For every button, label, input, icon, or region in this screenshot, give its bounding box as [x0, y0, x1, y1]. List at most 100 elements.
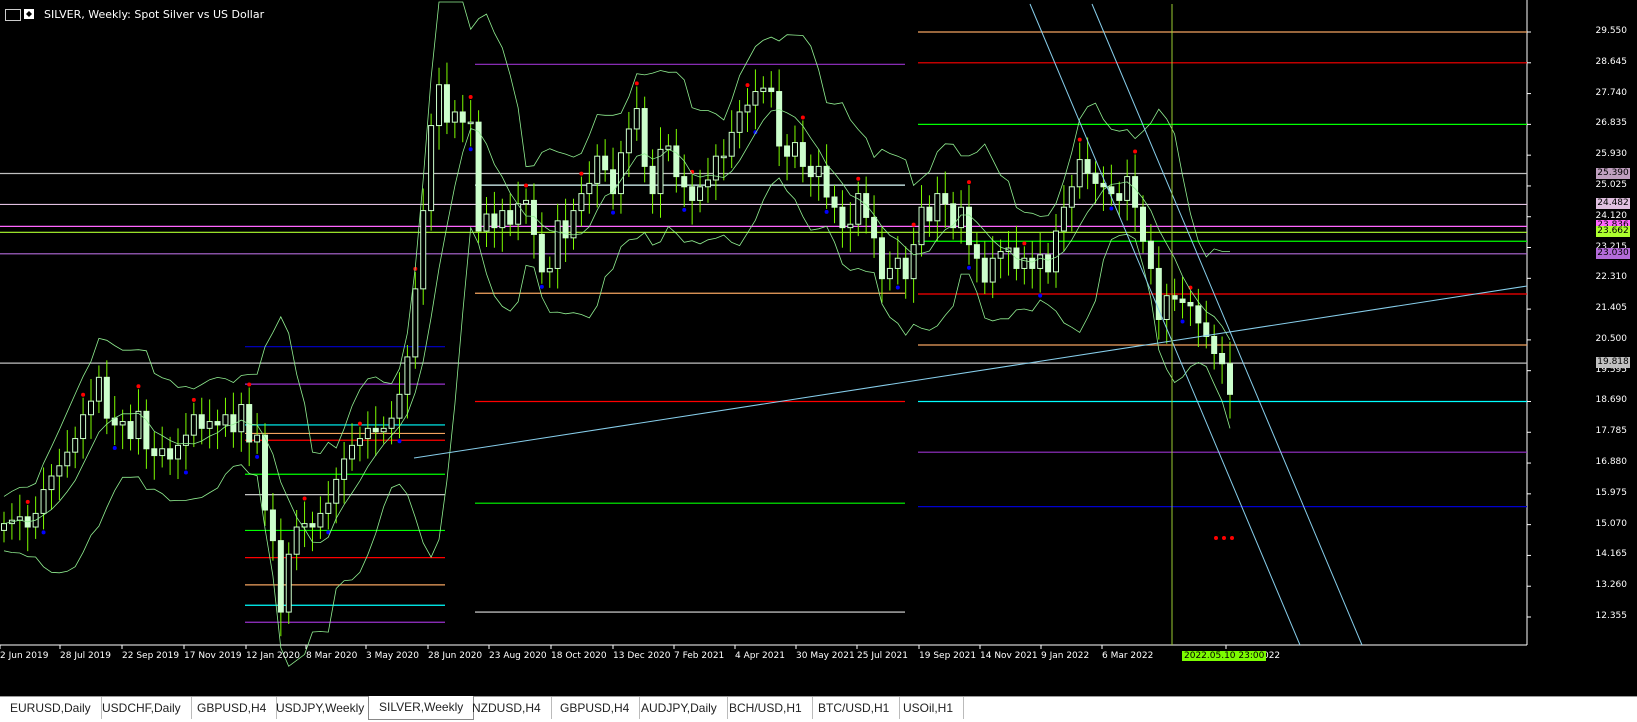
date-axis-label: 9 Jan 2022 — [1041, 651, 1090, 661]
candle-body — [175, 444, 182, 460]
price-axis-label: 22.310 — [1595, 272, 1628, 283]
trend-line — [1029, 3, 1301, 646]
candle-body — [704, 179, 711, 188]
candle-body — [799, 142, 806, 167]
chart-tab-bch-usd-h1[interactable]: BCH/USD,H1 — [719, 697, 813, 719]
fractal-down-marker — [1109, 206, 1114, 211]
candle-body — [167, 448, 174, 460]
fractal-up-marker — [1214, 536, 1218, 540]
chart-tab-silver-weekly[interactable]: SILVER,Weekly — [368, 696, 475, 720]
candle-body — [950, 203, 957, 229]
fractal-up-marker — [25, 499, 30, 504]
candle-body — [546, 267, 553, 273]
fractal-up-marker — [1133, 149, 1138, 154]
candle-body — [40, 489, 47, 514]
price-chart[interactable] — [0, 0, 1637, 690]
fractal-down-marker — [1038, 293, 1043, 298]
chart-area[interactable]: SILVER, Weekly: Spot Silver vs US Dollar… — [0, 0, 1637, 690]
date-axis-label: 17 Nov 2019 — [184, 651, 242, 661]
price-axis-label: 17.785 — [1595, 426, 1628, 437]
price-axis-label: 13.260 — [1595, 580, 1628, 591]
bollinger-upper-band — [3, 1, 1230, 497]
fractal-up-marker — [800, 115, 805, 120]
chart-tab-audjpy-daily[interactable]: AUDJPY,Daily — [631, 697, 728, 719]
price-axis-label: 28.645 — [1595, 56, 1628, 67]
chart-tab-usdjpy-weekly[interactable]: USDJPY,Weekly — [266, 697, 376, 719]
price-axis-label: 26.835 — [1595, 118, 1628, 129]
candle-body — [95, 376, 102, 402]
candle-body — [886, 267, 893, 280]
date-axis-label: 4 Apr 2021 — [735, 651, 785, 661]
candle-body — [143, 410, 150, 450]
candle-body — [1084, 159, 1091, 174]
candle-body — [1068, 186, 1075, 208]
price-tag: 25.390 — [1596, 167, 1630, 179]
candle-body — [570, 210, 577, 239]
chart-tab-eurusd-daily[interactable]: EURUSD,Daily — [0, 697, 102, 719]
date-axis-label: 19 Sep 2021 — [919, 651, 977, 661]
price-axis-label: 21.405 — [1595, 303, 1628, 314]
chart-tab-usoil-h1[interactable]: USOil,H1 — [893, 697, 965, 719]
fractal-up-marker — [966, 180, 971, 185]
date-axis-label: 23 Aug 2020 — [489, 651, 547, 661]
fractal-down-marker — [183, 470, 188, 475]
candle-body — [784, 145, 791, 157]
candle-body — [1139, 206, 1146, 242]
candle-body — [309, 523, 316, 528]
candle-body — [396, 393, 403, 419]
trend-line — [413, 285, 1528, 459]
date-axis-label: 7 Feb 2021 — [674, 651, 725, 661]
chart-tab-bar: EURUSD,Daily USDCHF,Daily GBPUSD,H4 USDJPY,… — [0, 696, 1637, 722]
chart-tab-btc-usd-h1[interactable]: BTC/USD,H1 — [808, 697, 901, 719]
candle-body — [222, 414, 229, 426]
candle-body — [633, 108, 640, 130]
chart-tab-gbpusd-h4[interactable]: GBPUSD,H4 — [187, 697, 278, 719]
candle-body — [776, 91, 783, 147]
price-tag: 23.030 — [1596, 247, 1630, 259]
candle-body — [1076, 159, 1083, 188]
candle-body — [80, 414, 87, 440]
fractal-up-marker — [579, 171, 584, 176]
fractal-down-marker — [611, 210, 616, 215]
chart-tab-usdchf-daily[interactable]: USDCHF,Daily — [92, 697, 192, 719]
candle-body — [1147, 240, 1154, 269]
candle-body — [103, 376, 110, 419]
candle-body — [863, 193, 870, 218]
fractal-up-marker — [856, 176, 861, 181]
candle-body — [910, 244, 917, 280]
candle-body — [443, 84, 450, 123]
price-axis-label: 14.165 — [1595, 549, 1628, 560]
candle-body — [1219, 353, 1226, 365]
price-axis-label: 16.880 — [1595, 457, 1628, 468]
candle-body — [72, 438, 79, 453]
candle-body — [926, 206, 933, 222]
candle-body — [760, 87, 767, 93]
candle-body — [499, 210, 506, 229]
fractal-up-marker — [191, 397, 196, 402]
candle-body — [293, 526, 300, 555]
candle-body — [1187, 301, 1194, 307]
price-axis-label: 25.930 — [1595, 149, 1628, 160]
candle-body — [127, 421, 134, 440]
candle-body — [372, 427, 379, 433]
price-axis-label: 25.025 — [1595, 179, 1628, 190]
candle-body — [48, 475, 55, 491]
candle-body — [428, 125, 435, 212]
chart-tab-gbpusd-h4[interactable]: GBPUSD,H4 — [550, 697, 641, 719]
candle-body — [420, 210, 427, 290]
candle-body — [728, 131, 735, 157]
candle-body — [538, 233, 545, 273]
candle-body — [317, 512, 324, 528]
candle-body — [839, 206, 846, 229]
candle-body — [934, 193, 941, 222]
candle-body — [277, 540, 284, 613]
chart-tab-nzdusd-h4[interactable]: NZDUSD,H4 — [462, 697, 552, 719]
candle-body — [871, 216, 878, 239]
candle-body — [744, 104, 751, 113]
candle-body — [198, 414, 205, 429]
candle-body — [562, 220, 569, 239]
candle-body — [1211, 335, 1218, 355]
candle-body — [823, 165, 830, 198]
candle-body — [578, 193, 585, 212]
candle-body — [736, 111, 743, 133]
